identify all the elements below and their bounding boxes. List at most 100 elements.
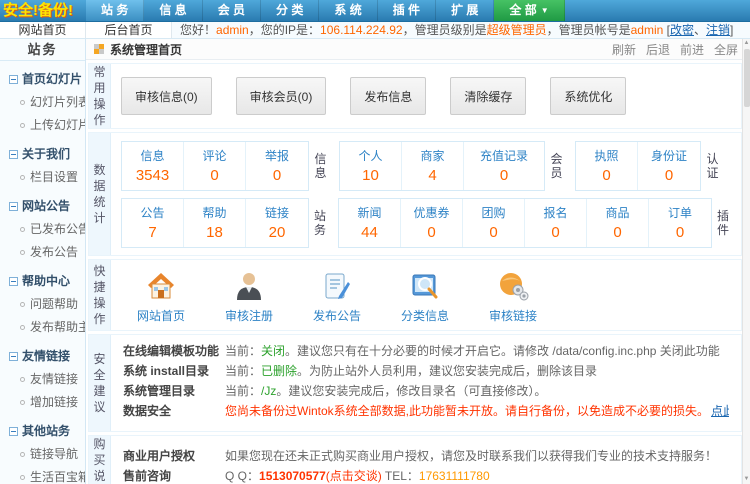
page-title: 系统管理首页 xyxy=(110,42,183,57)
nav-tab-2[interactable]: 信 息 xyxy=(144,0,203,21)
sidebar-item[interactable]: 友情链接 xyxy=(0,367,85,390)
greeting-account-label: ，管理员帐号是 xyxy=(546,23,631,37)
sidebar-group-title-4[interactable]: 帮助中心 xyxy=(9,272,85,289)
section-label-security: 安全建议 xyxy=(89,335,111,431)
subtab-1[interactable]: 网站首页 xyxy=(0,22,86,38)
nav-tab-8[interactable]: 全 部 ▼ xyxy=(494,0,565,21)
op-button-1[interactable]: 审核信息(0) xyxy=(121,77,212,115)
nav-tab-1[interactable]: 站 务 xyxy=(86,0,145,21)
greeting-ip: 106.114.224.92 xyxy=(320,23,403,37)
section-label-shortcuts: 快捷操作 xyxy=(89,260,111,330)
page-action-1[interactable]: 刷新 xyxy=(612,41,636,58)
stat-name: 评论 xyxy=(202,149,227,163)
shortcut-分类信息[interactable]: 分类信息 xyxy=(381,270,469,324)
scroll-down-icon[interactable]: ▼ xyxy=(743,475,750,484)
stat-row: 公告 7 帮助 18 链接 20 站务 新闻 44 优惠券 0 团购 0 报名 0 商品 0 订单 0 插件 xyxy=(121,198,731,248)
op-button-2[interactable]: 审核会员(0) xyxy=(235,77,327,115)
sidebar-item[interactable]: 已发布公告 xyxy=(0,217,85,240)
sidebar-item[interactable]: 幻灯片列表 xyxy=(0,90,85,113)
stat-cell: 帮助 18 xyxy=(184,199,246,247)
shortcut-网站首页[interactable]: 网站首页 xyxy=(117,270,205,324)
backup-data-link[interactable]: 点此备份系统数据 xyxy=(711,404,729,418)
nav-tab-6[interactable]: 插 件 xyxy=(378,0,437,21)
security-prefix: 当前： xyxy=(225,344,262,358)
nav-tab-label: 站 务 xyxy=(101,3,129,17)
stat-name: 公告 xyxy=(140,206,165,220)
sidebar-item-label: 发布帮助主题 xyxy=(30,320,85,334)
sidebar-item-label: 发布公告 xyxy=(30,245,79,259)
sidebar-item[interactable]: 发布公告 xyxy=(0,240,85,263)
stat-cell: 信息 3543 xyxy=(122,142,184,190)
sidebar-item[interactable]: 栏目设置 xyxy=(0,165,85,188)
collapse-icon xyxy=(9,277,18,286)
op-button-4[interactable]: 清除缓存 xyxy=(450,77,527,115)
bullet-icon xyxy=(20,100,25,105)
security-row: 在线编辑模板功能 当前：关闭。建议您只有在十分必要的时候才开启它。请修改 /dat… xyxy=(123,343,729,359)
sidebar-group-title-6[interactable]: 其他站务 xyxy=(9,422,85,439)
logout-link[interactable]: 注销 xyxy=(706,23,730,37)
sidebar-item[interactable]: 链接导航 xyxy=(0,442,85,465)
stat-group: 公告 7 帮助 18 链接 20 xyxy=(121,198,309,248)
page-action-2[interactable]: 后退 xyxy=(646,41,670,58)
stat-group: 个人 10 商家 4 充值记录 0 xyxy=(339,141,545,191)
stat-cell: 优惠券 0 xyxy=(401,199,464,247)
change-password-link[interactable]: 改密 xyxy=(670,23,694,37)
greeting-role: 超级管理员 xyxy=(486,23,547,37)
shortcut-审核注册[interactable]: 审核注册 xyxy=(205,270,293,324)
sidebar-group-label: 帮助中心 xyxy=(22,274,71,288)
section-shortcuts: 快捷操作 网站首页 审核注册 发布公告 分类信息 审核链接 xyxy=(88,259,742,331)
stat-cell: 商品 0 xyxy=(587,199,650,247)
nav-tab-7[interactable]: 扩 展 xyxy=(436,0,495,21)
stat-value: 0 xyxy=(675,224,685,241)
nav-tab-label: 全 部 xyxy=(509,3,537,17)
nav-tab-3[interactable]: 会 员 xyxy=(203,0,262,21)
stat-group: 执照 0 身份证 0 xyxy=(575,141,701,191)
sidebar-item-label: 上传幻灯片 xyxy=(30,118,86,132)
sidebar-group-title-1[interactable]: 首页幻灯片 xyxy=(9,70,85,87)
sidebar-item[interactable]: 生活百宝箱 xyxy=(0,465,85,484)
bullet-icon xyxy=(20,227,25,232)
sidebar-group-title-5[interactable]: 友情链接 xyxy=(9,347,85,364)
sidebar-item[interactable]: 上传幻灯片 xyxy=(0,113,85,136)
security-row-text: 当前：/Jz。建议您安装完成后，修改目录名（可直接修改）。 xyxy=(225,383,546,399)
security-warning-text: 您尚未备份过Wintok系统全部数据,此功能暂未开放。请自行备份，以免造成不必要… xyxy=(225,404,710,418)
security-row-text: 当前：已删除。为防止站外人员利用，建议您安装完成后，删除该目录 xyxy=(225,363,597,379)
sidebar-group-title-3[interactable]: 网站公告 xyxy=(9,197,85,214)
sidebar-item[interactable]: 发布帮助主题 xyxy=(0,315,85,338)
op-button-5[interactable]: 系统优化 xyxy=(550,77,627,115)
scrollbar-thumb[interactable] xyxy=(744,49,750,107)
shortcut-审核链接[interactable]: 审核链接 xyxy=(469,270,557,324)
section-label-stats: 数据统计 xyxy=(89,133,111,255)
sidebar-group-title-2[interactable]: 关于我们 xyxy=(9,145,85,162)
security-status: /Jz xyxy=(261,384,277,398)
collapse-icon xyxy=(9,202,18,211)
common-ops-buttons: 审核信息(0) 审核会员(0) 发布信息 清除缓存 系统优化 xyxy=(111,64,741,128)
security-row-name: 系统 install目录 xyxy=(123,364,210,378)
stat-name: 个人 xyxy=(358,149,383,163)
scroll-up-icon[interactable]: ▲ xyxy=(743,39,750,48)
shortcut-发布公告[interactable]: 发布公告 xyxy=(293,270,381,324)
tel-label: TEL： xyxy=(381,469,419,483)
sidebar-item[interactable]: 增加链接 xyxy=(0,390,85,413)
dropdown-caret-icon: ▼ xyxy=(540,6,549,15)
stat-value: 0 xyxy=(602,167,611,184)
stat-cell: 充值记录 0 xyxy=(464,142,544,190)
subtabs: 网站首页 后台首页 xyxy=(0,22,172,38)
sidebar-item-label: 友情链接 xyxy=(30,372,79,386)
op-button-3[interactable]: 发布信息 xyxy=(350,77,427,115)
top-nav-tabs: 站 务 信 息 会 员 分 类 系 统 插 件 扩 展 全 部 ▼ xyxy=(86,0,750,21)
section-security: 安全建议 在线编辑模板功能 当前：关闭。建议您只有在十分必要的时候才开启它。请修改… xyxy=(88,334,742,432)
security-row-text: 您尚未备份过Wintok系统全部数据,此功能暂未开放。请自行备份，以免造成不必要… xyxy=(225,403,729,419)
stat-name: 商品 xyxy=(605,206,630,220)
page-action-3[interactable]: 前进 xyxy=(680,41,704,58)
nav-tab-5[interactable]: 系 统 xyxy=(319,0,378,21)
stat-value: 44 xyxy=(361,224,378,241)
shortcut-label: 发布公告 xyxy=(312,309,361,323)
sidebar-item[interactable]: 问题帮助 xyxy=(0,292,85,315)
stat-value: 0 xyxy=(664,167,674,184)
nav-tab-4[interactable]: 分 类 xyxy=(261,0,320,21)
qq-chat-link[interactable]: (点击交谈) xyxy=(326,469,382,483)
sidebar-item-label: 栏目设置 xyxy=(30,170,79,184)
page-action-4[interactable]: 全屏 xyxy=(714,41,738,58)
subtab-2[interactable]: 后台首页 xyxy=(86,22,172,38)
